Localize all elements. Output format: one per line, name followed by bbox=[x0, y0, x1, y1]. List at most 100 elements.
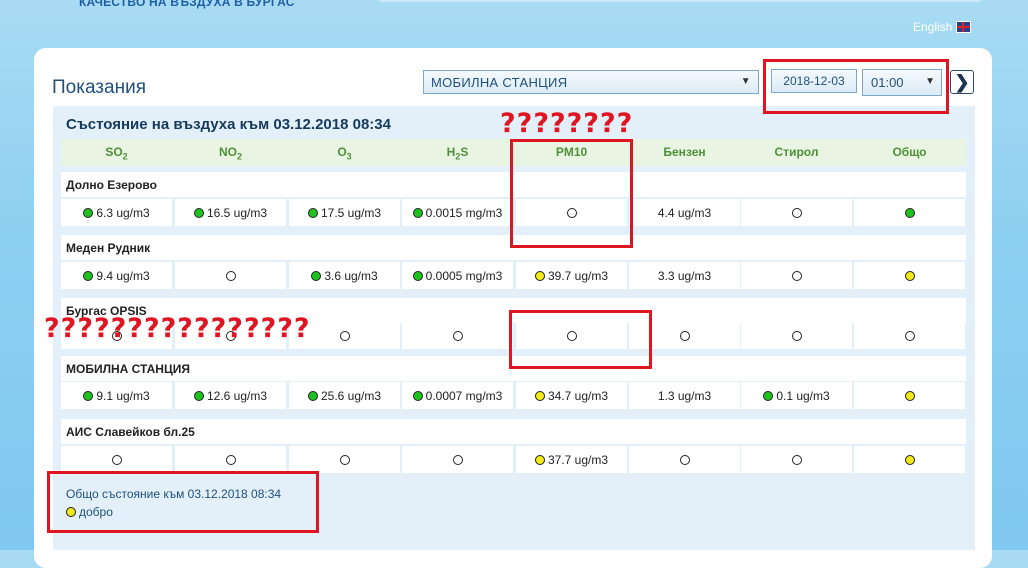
cell-value: 0.0007 mg/m3 bbox=[425, 388, 503, 403]
station-name-row: АИС Славейков бл.25 bbox=[61, 419, 966, 444]
cell-value: 12.6 ug/m3 bbox=[206, 388, 268, 403]
column-header-label: Общо bbox=[892, 145, 927, 159]
table-cell: 0.0015 mg/m3 bbox=[402, 199, 513, 226]
status-dot-icon bbox=[193, 390, 204, 401]
table-cell: 37.7 ug/m3 bbox=[516, 446, 627, 473]
column-header: O3 bbox=[289, 145, 400, 161]
column-header-label: O bbox=[337, 145, 347, 159]
table-cell bbox=[289, 446, 400, 473]
status-dot-icon bbox=[307, 207, 318, 218]
language-link[interactable]: English bbox=[913, 20, 952, 34]
column-header: NO2 bbox=[175, 145, 286, 161]
annotation-box-summary bbox=[47, 471, 319, 533]
table-cell bbox=[402, 322, 513, 349]
column-header: Общо bbox=[854, 145, 965, 159]
status-dot-icon bbox=[339, 454, 350, 465]
table-cell: 0.0007 mg/m3 bbox=[402, 382, 513, 409]
cell-value: 16.5 ug/m3 bbox=[206, 205, 268, 220]
status-dot-icon bbox=[412, 270, 423, 281]
cell-value: 4.4 ug/m3 bbox=[657, 205, 712, 220]
annotation-box-opsis-pm10 bbox=[509, 310, 652, 369]
column-header-subscript: 2 bbox=[236, 151, 242, 162]
air-state-title: Състояние на въздуха към 03.12.2018 08:3… bbox=[66, 116, 391, 133]
cell-value: 6.3 ug/m3 bbox=[96, 205, 150, 220]
column-header-tail: S bbox=[460, 145, 469, 159]
table-cell bbox=[854, 322, 965, 349]
annotation-question-marks: ???????? bbox=[500, 108, 634, 139]
status-dot-icon bbox=[534, 454, 545, 465]
status-dot-icon bbox=[904, 454, 915, 465]
status-dot-icon bbox=[311, 270, 322, 281]
status-dot-icon bbox=[83, 390, 94, 401]
status-dot-icon bbox=[225, 454, 236, 465]
table-cell: 6.3 ug/m3 bbox=[61, 199, 172, 226]
header-divider bbox=[380, 0, 980, 2]
status-dot-icon bbox=[791, 207, 802, 218]
table-cell: 39.7 ug/m3 bbox=[516, 262, 627, 289]
annotation-box-pm10 bbox=[510, 139, 633, 248]
status-dot-icon bbox=[452, 330, 463, 341]
table-cell: 12.6 ug/m3 bbox=[175, 382, 286, 409]
column-header-subscript: 3 bbox=[346, 151, 352, 162]
cell-value: 3.3 ug/m3 bbox=[657, 268, 712, 283]
station-name: АИС Славейков бл.25 bbox=[66, 425, 195, 439]
uk-flag-icon[interactable] bbox=[956, 21, 972, 33]
table-cell: 25.6 ug/m3 bbox=[289, 382, 400, 409]
table-cell: 3.3 ug/m3 bbox=[629, 262, 740, 289]
station-name: МОБИЛНА СТАНЦИЯ bbox=[66, 362, 190, 376]
status-dot-icon bbox=[904, 330, 915, 341]
status-dot-icon bbox=[904, 207, 915, 218]
column-header-label: NO bbox=[218, 145, 237, 159]
table-cell: 16.5 ug/m3 bbox=[175, 199, 286, 226]
table-cell: 1.3 ug/m3 bbox=[629, 382, 740, 409]
column-header-label: Стирол bbox=[774, 145, 819, 159]
table-cell bbox=[741, 446, 852, 473]
table-cell bbox=[175, 262, 286, 289]
status-dot-icon bbox=[904, 390, 915, 401]
chevron-right-icon: ❯ bbox=[954, 71, 970, 92]
table-cell bbox=[741, 322, 852, 349]
cell-value: 3.6 ug/m3 bbox=[324, 268, 378, 283]
cell-value: 34.7 ug/m3 bbox=[547, 388, 609, 403]
cell-value: 17.5 ug/m3 bbox=[320, 205, 382, 220]
table-cell bbox=[741, 262, 852, 289]
status-dot-icon bbox=[111, 454, 122, 465]
next-button[interactable]: ❯ bbox=[950, 70, 974, 94]
status-dot-icon bbox=[679, 330, 690, 341]
table-cell: 9.1 ug/m3 bbox=[61, 382, 172, 409]
station-select-value: МОБИЛНА СТАНЦИЯ bbox=[431, 74, 568, 90]
column-header: SO2 bbox=[61, 145, 172, 161]
column-header-label: SO bbox=[105, 145, 123, 159]
table-cell bbox=[854, 382, 965, 409]
cell-value: 39.7 ug/m3 bbox=[547, 268, 609, 283]
dropdown-arrow-icon: ▼ bbox=[740, 76, 751, 87]
cell-value: 25.6 ug/m3 bbox=[320, 388, 382, 403]
status-dot-icon bbox=[307, 390, 318, 401]
cell-value: 9.1 ug/m3 bbox=[96, 388, 150, 403]
column-header-label: Бензен bbox=[663, 145, 706, 159]
language-switch[interactable]: English bbox=[913, 20, 972, 34]
table-cell bbox=[854, 262, 965, 289]
status-dot-icon bbox=[534, 270, 545, 281]
status-dot-icon bbox=[763, 390, 774, 401]
station-select[interactable]: МОБИЛНА СТАНЦИЯ ▼ bbox=[423, 70, 759, 94]
table-cell bbox=[402, 446, 513, 473]
table-cell bbox=[854, 446, 965, 473]
cell-value: 0.1 ug/m3 bbox=[776, 388, 830, 403]
station-name: Долно Езерово bbox=[66, 178, 157, 192]
site-title: КАЧЕСТВО НА ВЪЗДУХА В БУРГАС bbox=[79, 0, 295, 9]
table-cell: 17.5 ug/m3 bbox=[289, 199, 400, 226]
status-dot-icon bbox=[83, 270, 94, 281]
cell-value: 1.3 ug/m3 bbox=[657, 388, 712, 403]
table-cell bbox=[854, 199, 965, 226]
status-dot-icon bbox=[193, 207, 204, 218]
cell-value: 0.0015 mg/m3 bbox=[425, 205, 503, 220]
table-cell: 0.0005 mg/m3 bbox=[402, 262, 513, 289]
table-cell: 3.6 ug/m3 bbox=[289, 262, 400, 289]
status-dot-icon bbox=[83, 207, 94, 218]
status-dot-icon bbox=[534, 390, 545, 401]
status-dot-icon bbox=[791, 330, 802, 341]
table-cell: 0.1 ug/m3 bbox=[741, 382, 852, 409]
table-cell: 9.4 ug/m3 bbox=[61, 262, 172, 289]
annotation-question-marks: ???????????????? bbox=[44, 313, 311, 344]
